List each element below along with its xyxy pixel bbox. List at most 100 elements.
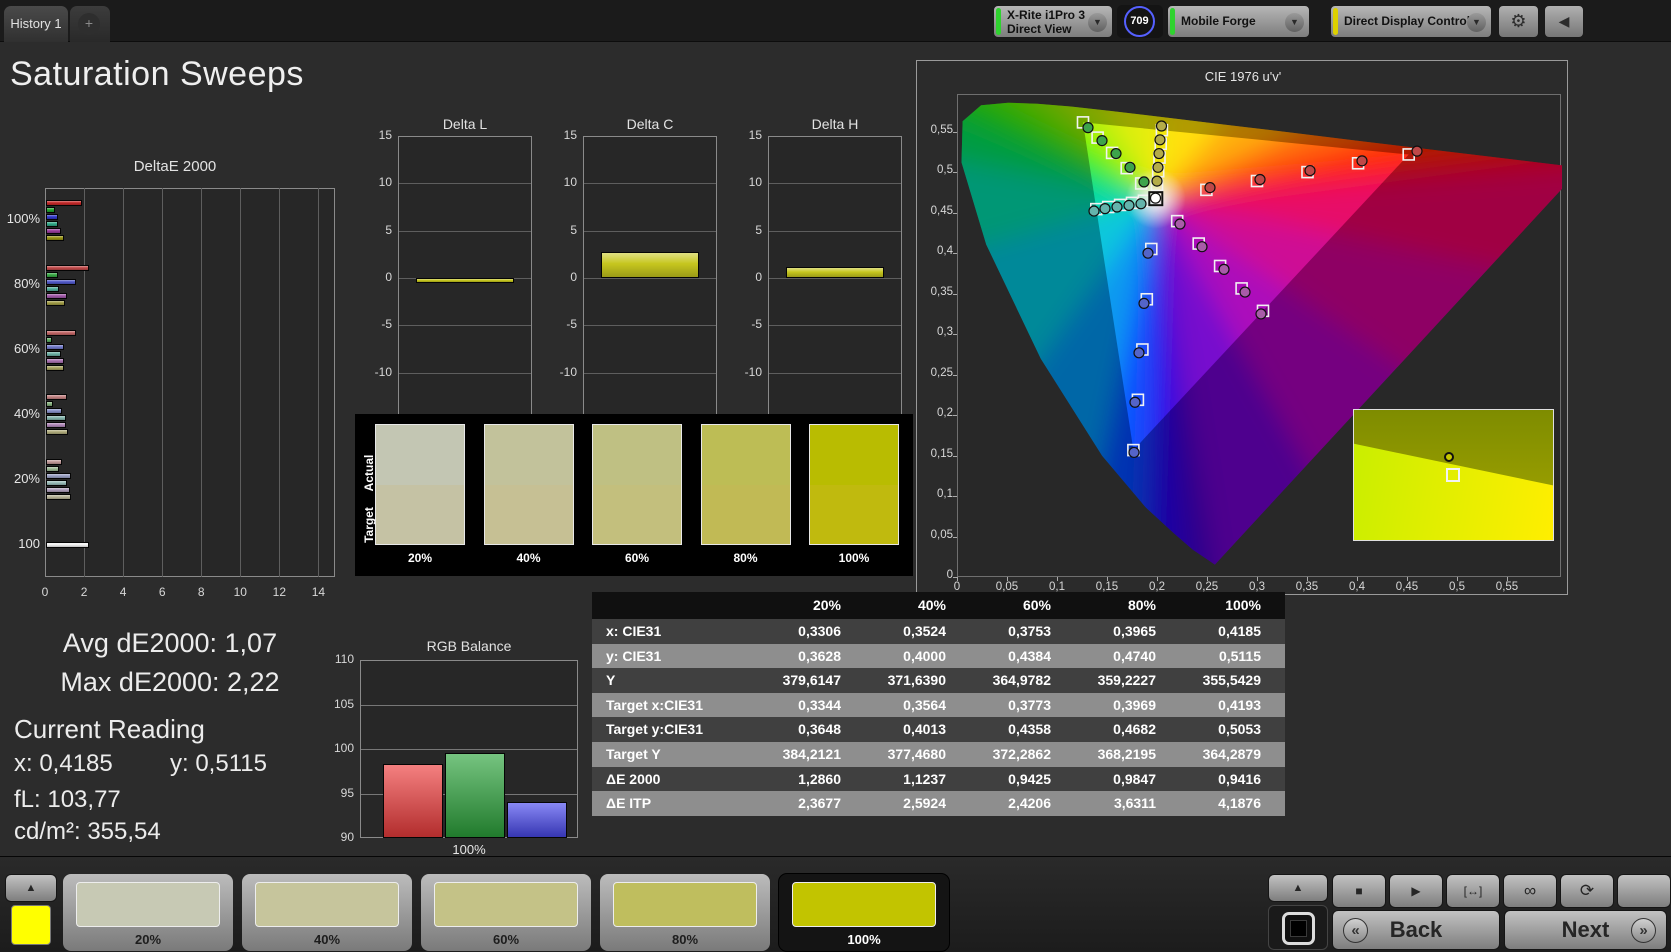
actual-marker-green	[1096, 134, 1108, 147]
actual-marker-blue	[1142, 247, 1154, 259]
actual-marker-red	[1254, 173, 1266, 186]
current-pattern-swatch[interactable]	[11, 905, 51, 945]
de-bar-60%	[46, 350, 61, 357]
next-button[interactable]: Next »	[1504, 910, 1667, 950]
de-bar-60%	[46, 336, 52, 343]
actual-marker-red	[1304, 164, 1316, 177]
settings-button[interactable]: ⚙	[1498, 5, 1539, 38]
play-button[interactable]: ▶	[1389, 874, 1443, 908]
actual-marker-magenta	[1196, 241, 1208, 253]
x-tick-label: 2	[80, 585, 88, 599]
rgb-balance-title: RGB Balance	[426, 638, 512, 654]
table-row-label: Target x:CIE31	[606, 696, 703, 713]
left-arrow-icon: ◀	[1558, 13, 1570, 29]
swatch-level-label: 80%	[733, 551, 758, 565]
x-tick-label: 0,55	[1495, 581, 1519, 593]
table-cell: 0,3969	[1113, 696, 1156, 713]
current-reading-heading: Current Reading	[14, 714, 205, 744]
back-button[interactable]: « Back	[1332, 910, 1500, 950]
collapse-panel-button[interactable]: ◀	[1544, 5, 1584, 38]
de-bar-80%	[46, 278, 77, 285]
target-swatch	[484, 485, 573, 544]
extra-button[interactable]	[1617, 874, 1671, 908]
meter-mode: Direct View	[1007, 22, 1072, 36]
pattern-window-up-button[interactable]: ▲	[1268, 874, 1328, 902]
gridline	[84, 188, 86, 577]
y-tick-label: 105	[333, 696, 354, 711]
loop-button[interactable]: ∞	[1503, 874, 1557, 908]
de-bar-100%	[46, 227, 61, 234]
actual-marker-red	[1204, 181, 1216, 194]
actual-swatch	[484, 425, 573, 485]
group-label: 100	[18, 535, 40, 551]
table-cell: 0,3773	[1008, 696, 1051, 713]
pattern-button-60%[interactable]: 60%	[421, 874, 591, 951]
table-header-cell: 60%	[1022, 597, 1051, 613]
display-control-dropdown[interactable]: Direct Display Control ▼	[1330, 5, 1492, 38]
tab-history-1[interactable]: History 1	[4, 6, 68, 42]
table-cell: 0,3564	[903, 696, 946, 713]
chevron-down-icon[interactable]: ▼	[1467, 13, 1486, 32]
target-swatch	[593, 485, 681, 544]
de-bar-20%	[46, 473, 72, 480]
pattern-button-40%[interactable]: 40%	[242, 874, 412, 951]
gridline	[240, 188, 242, 577]
colorspace-badge[interactable]: 709	[1124, 6, 1155, 37]
y-tick-label: -5	[751, 317, 762, 332]
pattern-button-80%[interactable]: 80%	[600, 874, 770, 951]
x-tick	[1307, 577, 1308, 581]
pattern-list-up-button[interactable]: ▲	[5, 874, 57, 902]
actual-marker-yellow	[1151, 175, 1163, 187]
meter-dropdown[interactable]: X-Rite i1Pro 3 Direct View ▼	[993, 5, 1113, 38]
source-dropdown[interactable]: Mobile Forge ▼	[1167, 5, 1310, 38]
de-bar-20%	[46, 480, 68, 487]
actual-marker-green	[1110, 147, 1122, 160]
table-cell: 0,4013	[903, 721, 946, 738]
table-cell: 0,9416	[1218, 770, 1261, 787]
table-row-label: Target Y	[606, 746, 661, 762]
pattern-button-20%[interactable]: 20%	[63, 874, 233, 951]
deltae2000-plot	[45, 188, 335, 577]
table-row: ΔE ITP 2,3677 2,5924 2,4206 3,6311 4,1876	[592, 791, 1285, 816]
actual-marker-green	[1138, 176, 1150, 188]
de-bar-60%	[46, 364, 65, 371]
actual-marker-red	[1411, 145, 1423, 157]
pattern-window-button[interactable]	[1268, 905, 1328, 950]
x-axis-label: 100%	[452, 842, 486, 857]
y-tick-label: -10	[744, 364, 762, 379]
table-header-row: 20% 40% 60% 80% 100%	[592, 592, 1285, 619]
chevron-down-icon[interactable]: ▼	[1088, 13, 1107, 32]
step-button[interactable]: [↔]	[1446, 874, 1500, 908]
actual-swatch	[701, 425, 790, 485]
table-cell: 0,4193	[1218, 696, 1261, 713]
table-cell: 0,4384	[1008, 647, 1051, 664]
table-cell: 372,2862	[992, 746, 1051, 762]
de-bar-40%	[46, 401, 54, 408]
de-bar-20%	[46, 494, 72, 501]
table-cell: 0,3524	[903, 623, 946, 639]
stop-button[interactable]: ■	[1332, 874, 1386, 908]
delta-bar	[416, 278, 514, 283]
pattern-label: 60%	[492, 932, 520, 947]
actual-marker-white	[1149, 192, 1162, 204]
refresh-button[interactable]: ⟳	[1560, 874, 1614, 908]
table-cell: 2,3677	[798, 795, 841, 812]
pattern-label: 80%	[671, 932, 699, 947]
actual-marker-green	[1124, 161, 1136, 173]
x-tick	[1007, 577, 1008, 581]
y-tick	[953, 293, 957, 295]
y-tick	[953, 536, 957, 538]
chevron-down-icon[interactable]: ▼	[1285, 13, 1304, 32]
gridline	[399, 230, 531, 232]
table-row-label: ΔE 2000	[606, 770, 661, 787]
gridline	[769, 230, 901, 232]
y-tick-label: -10	[374, 364, 392, 379]
de-bar-100	[46, 541, 89, 548]
table-header-cell: 100%	[1225, 597, 1261, 613]
pattern-button-100%[interactable]: 100%	[779, 874, 949, 951]
gridline	[162, 188, 164, 577]
new-tab-button[interactable]: +	[70, 6, 110, 42]
group-label: 40%	[13, 405, 40, 421]
table-header-cell: 80%	[1127, 597, 1156, 613]
x-tick	[1407, 577, 1408, 581]
